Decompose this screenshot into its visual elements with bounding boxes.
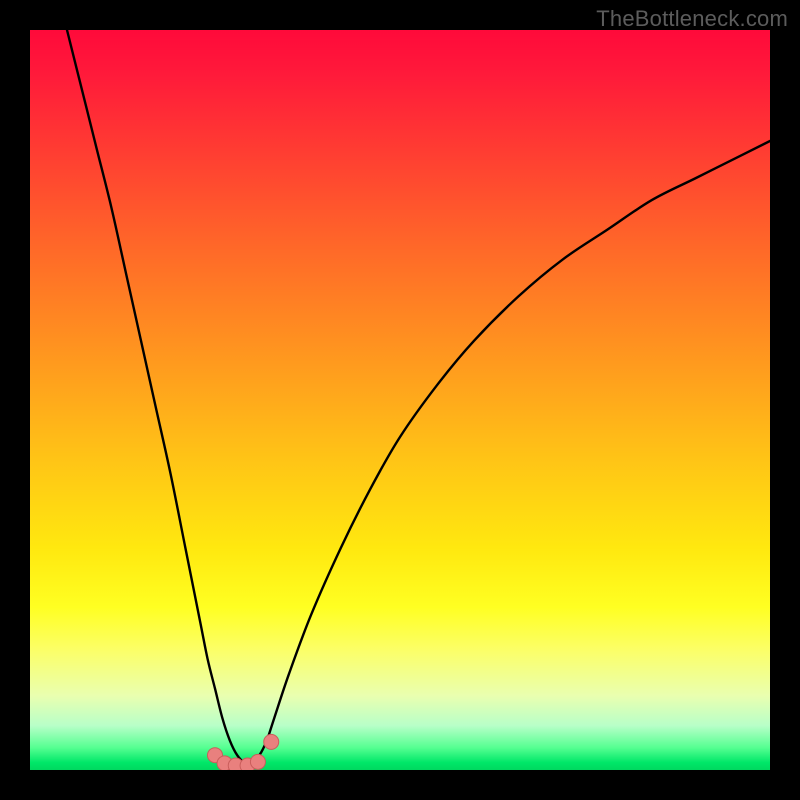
curve-marker — [264, 734, 279, 749]
curve-markers — [208, 734, 279, 770]
bottleneck-chart — [30, 30, 770, 770]
watermark-text: TheBottleneck.com — [596, 6, 788, 32]
chart-frame — [30, 30, 770, 770]
curve-marker — [250, 754, 265, 769]
bottleneck-curve — [67, 30, 770, 764]
